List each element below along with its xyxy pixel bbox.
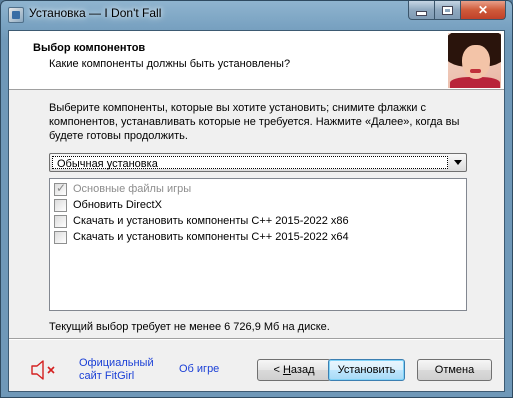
- maximize-button[interactable]: [435, 1, 461, 20]
- component-item-cpp-x64[interactable]: Скачать и установить компоненты C++ 2015…: [54, 230, 349, 244]
- component-item-directx[interactable]: Обновить DirectX: [54, 198, 162, 212]
- component-label[interactable]: Скачать и установить компоненты C++ 2015…: [73, 215, 349, 227]
- dropdown-arrow-icon: [454, 160, 462, 165]
- page-title: Выбор компонентов: [33, 42, 146, 54]
- about-game-link[interactable]: Об игре: [179, 363, 219, 376]
- wizard-page: Выбор компонентов Какие компоненты должн…: [8, 30, 505, 392]
- component-label[interactable]: Обновить DirectX: [73, 199, 162, 211]
- speaker-muted-icon[interactable]: [30, 358, 58, 382]
- app-icon: [8, 7, 24, 23]
- install-type-dropdown[interactable]: Обычная установка: [49, 153, 467, 172]
- caption-buttons: ✕: [408, 1, 506, 21]
- header-image: [448, 33, 501, 88]
- component-item-cpp-x86[interactable]: Скачать и установить компоненты C++ 2015…: [54, 214, 349, 228]
- back-button[interactable]: < Назад: [257, 359, 331, 381]
- install-button[interactable]: Установить: [328, 359, 405, 381]
- checkbox-cpp-x86[interactable]: [54, 214, 67, 228]
- wizard-header: Выбор компонентов Какие компоненты должн…: [9, 31, 504, 90]
- title-bar[interactable]: Установка — I Don't Fall ✕: [1, 1, 512, 29]
- components-list: Основные файлы игры Обновить DirectX Ска…: [49, 178, 467, 311]
- divider: [9, 338, 504, 340]
- official-site-link[interactable]: Официальный сайт FitGirl: [79, 357, 154, 383]
- checkbox-directx[interactable]: [54, 198, 67, 212]
- window-title: Установка — I Don't Fall: [29, 6, 162, 20]
- minimize-button[interactable]: [408, 1, 435, 20]
- install-type-value: Обычная установка: [57, 158, 158, 170]
- close-icon: ✕: [477, 3, 489, 17]
- instructions-text: Выберите компоненты, которые вы хотите у…: [49, 102, 460, 142]
- page-subtitle: Какие компоненты должны быть установлены…: [49, 58, 291, 70]
- checkbox-cpp-x64[interactable]: [54, 230, 67, 244]
- maximize-icon: [442, 5, 453, 15]
- cancel-button[interactable]: Отмена: [417, 359, 492, 381]
- close-button[interactable]: ✕: [461, 1, 506, 20]
- installer-window: Установка — I Don't Fall ✕ Выбор компоне…: [0, 0, 513, 398]
- minimize-icon: [416, 10, 427, 16]
- checkbox-core-files: [54, 181, 67, 196]
- component-item-core-files: Основные файлы игры: [54, 181, 192, 196]
- component-label: Основные файлы игры: [73, 183, 192, 195]
- component-label[interactable]: Скачать и установить компоненты C++ 2015…: [73, 231, 349, 243]
- disk-space-text: Текущий выбор требует не менее 6 726,9 М…: [49, 321, 330, 333]
